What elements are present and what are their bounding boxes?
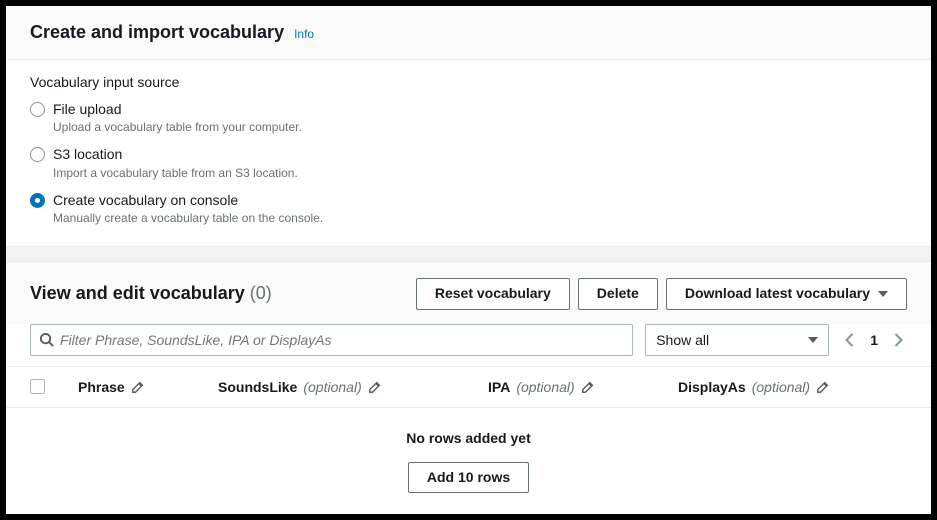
select-all-checkbox[interactable]	[30, 379, 45, 394]
edit-icon	[581, 380, 595, 394]
section-divider	[6, 246, 931, 262]
info-link[interactable]: Info	[294, 27, 314, 41]
column-ipa[interactable]: IPA (optional)	[488, 379, 678, 395]
column-displayas[interactable]: DisplayAs (optional)	[678, 379, 907, 395]
view-edit-title-text: View and edit vocabulary	[30, 283, 245, 303]
col-label: DisplayAs	[678, 379, 746, 395]
filter-select[interactable]: Show all	[645, 324, 829, 356]
radio-desc: Upload a vocabulary table from your comp…	[53, 119, 302, 135]
view-edit-header: View and edit vocabulary (0) Reset vocab…	[6, 262, 931, 324]
action-buttons: Reset vocabulary Delete Download latest …	[416, 278, 907, 310]
col-label: SoundsLike	[218, 379, 297, 395]
radio-title: File upload	[53, 100, 302, 118]
radio-icon[interactable]	[30, 102, 45, 117]
add-rows-button[interactable]: Add 10 rows	[408, 462, 529, 494]
search-icon	[39, 332, 54, 347]
select-all-column	[30, 379, 78, 394]
create-import-header: Create and import vocabulary Info	[6, 6, 931, 60]
reset-vocabulary-button[interactable]: Reset vocabulary	[416, 278, 570, 310]
radio-desc: Manually create a vocabulary table on th…	[53, 210, 323, 226]
prev-page-button[interactable]	[845, 333, 854, 347]
pagination: 1	[841, 332, 907, 348]
page-number: 1	[870, 332, 878, 348]
input-source-label: Vocabulary input source	[30, 74, 907, 90]
radio-icon[interactable]	[30, 193, 45, 208]
filter-value: Show all	[656, 332, 709, 348]
download-latest-button[interactable]: Download latest vocabulary	[666, 278, 907, 310]
radio-title: Create vocabulary on console	[53, 191, 323, 209]
chevron-right-icon	[894, 333, 903, 347]
radio-file-upload[interactable]: File upload Upload a vocabulary table fr…	[30, 100, 907, 135]
chevron-down-icon	[808, 337, 818, 343]
column-soundslike[interactable]: SoundsLike (optional)	[218, 379, 488, 395]
radio-title: S3 location	[53, 145, 298, 163]
optional-label: (optional)	[752, 379, 810, 395]
empty-state: No rows added yet Add 10 rows	[6, 408, 931, 514]
table-header: Phrase SoundsLike (optional) IPA (option…	[6, 366, 931, 408]
search-input-wrap[interactable]	[30, 324, 633, 356]
filter-input[interactable]	[60, 332, 624, 348]
edit-icon	[368, 380, 382, 394]
col-label: IPA	[488, 379, 510, 395]
col-label: Phrase	[78, 379, 125, 395]
view-edit-title: View and edit vocabulary (0)	[30, 283, 272, 304]
toolbar: Show all 1	[6, 324, 931, 366]
edit-icon	[816, 380, 830, 394]
optional-label: (optional)	[516, 379, 574, 395]
input-source-panel: Vocabulary input source File upload Uplo…	[6, 60, 931, 246]
delete-button[interactable]: Delete	[578, 278, 658, 310]
radio-desc: Import a vocabulary table from an S3 loc…	[53, 165, 298, 181]
optional-label: (optional)	[303, 379, 361, 395]
radio-icon[interactable]	[30, 147, 45, 162]
next-page-button[interactable]	[894, 333, 903, 347]
column-phrase[interactable]: Phrase	[78, 379, 218, 395]
row-count: (0)	[250, 283, 272, 303]
empty-message: No rows added yet	[30, 430, 907, 446]
chevron-down-icon	[878, 291, 888, 297]
chevron-left-icon	[845, 333, 854, 347]
edit-icon	[131, 380, 145, 394]
page-title: Create and import vocabulary	[30, 22, 284, 43]
radio-create-on-console[interactable]: Create vocabulary on console Manually cr…	[30, 191, 907, 226]
radio-s3-location[interactable]: S3 location Import a vocabulary table fr…	[30, 145, 907, 180]
download-label: Download latest vocabulary	[685, 284, 870, 304]
